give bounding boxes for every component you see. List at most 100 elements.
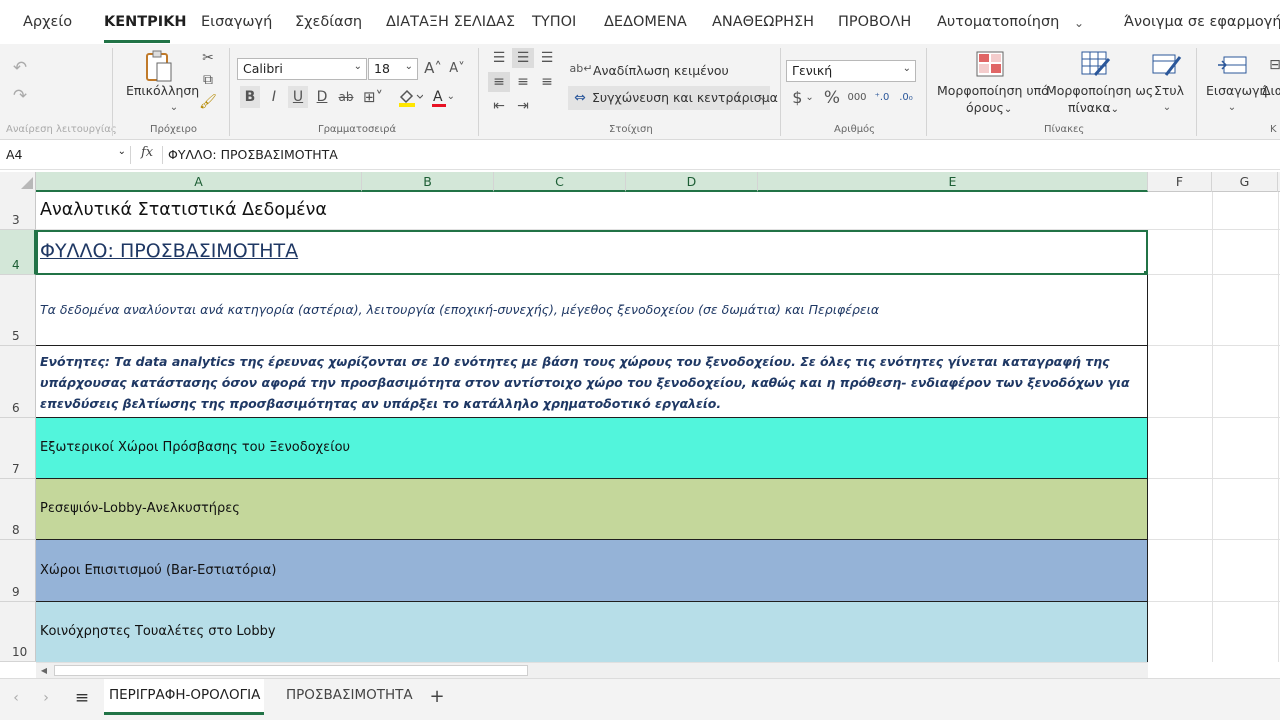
- font-name-select[interactable]: Calibri ⌄: [237, 58, 367, 80]
- sheet-tab-accessibility[interactable]: ΠΡΟΣΒΑΣΙΜΟΤΗΤΑ: [286, 687, 413, 703]
- align-center-icon[interactable]: ≡: [512, 72, 534, 92]
- strikethrough-button[interactable]: ab: [336, 86, 356, 108]
- align-bottom-icon[interactable]: ☰: [536, 48, 558, 68]
- redo-icon[interactable]: ↷: [10, 86, 30, 106]
- sheet-tab-description[interactable]: ΠΕΡΙΓΡΑΦΗ-ΟΡΟΛΟΓΙΑ: [104, 679, 264, 715]
- paste-chevron-icon[interactable]: ⌄: [167, 102, 181, 114]
- delete-cells-button[interactable]: Δια: [1262, 83, 1280, 98]
- row-header-3[interactable]: 3: [0, 192, 36, 230]
- tab-page-layout[interactable]: ΔΙΑΤΑΞΗ ΣΕΛΙΔΑΣ: [386, 14, 515, 30]
- align-top-icon[interactable]: ☰: [488, 48, 510, 68]
- scrollbar-thumb[interactable]: [54, 665, 528, 676]
- increase-indent-icon[interactable]: ⇥: [512, 96, 534, 116]
- cells-group-label: Κ: [1270, 124, 1277, 135]
- underline-button[interactable]: U: [288, 86, 308, 108]
- increase-font-icon[interactable]: A˄: [424, 58, 442, 78]
- merge-center-button[interactable]: ⇔ Συγχώνευση και κεντράρισμα ⌄: [568, 86, 778, 110]
- tab-insert[interactable]: Εισαγωγή: [201, 14, 272, 30]
- double-underline-button[interactable]: D: [312, 86, 332, 108]
- align-middle-icon[interactable]: ☰: [512, 48, 534, 68]
- cell-a4-selected[interactable]: ΦΥΛΛΟ: ΠΡΟΣΒΑΣΙΜΟΤΗΤΑ: [36, 230, 1148, 275]
- column-header-e[interactable]: E: [758, 172, 1148, 192]
- row-header-5[interactable]: 5: [0, 275, 36, 346]
- bold-button[interactable]: B: [240, 86, 260, 108]
- open-in-app-button[interactable]: Άνοιγμα σε εφαρμογή υπ: [1124, 14, 1280, 30]
- increase-decimal-icon[interactable]: ⁺.0: [872, 88, 892, 108]
- fill-color-icon[interactable]: [396, 86, 424, 108]
- format-as-table-button[interactable]: Μορφοποίηση ως: [1046, 83, 1153, 98]
- thousands-separator-button[interactable]: 000: [846, 88, 868, 108]
- formula-input[interactable]: ΦΥΛΛΟ: ΠΡΟΣΒΑΣΙΜΟΤΗΤΑ: [168, 147, 338, 162]
- borders-icon[interactable]: ⊞˅: [360, 86, 386, 108]
- column-header-b[interactable]: B: [362, 172, 494, 192]
- clipboard-group-label: Πρόχειρο: [150, 124, 198, 135]
- column-header-c[interactable]: C: [494, 172, 626, 192]
- number-format-select[interactable]: Γενική ⌄: [786, 60, 916, 82]
- copy-icon[interactable]: ⧉: [200, 72, 216, 88]
- tab-draw[interactable]: Σχεδίαση: [295, 14, 362, 30]
- delete-cells-icon[interactable]: ⊟: [1269, 52, 1280, 78]
- cell-a9[interactable]: Χώροι Επισιτισμού (Bar-Εστιατόρια): [36, 540, 1148, 602]
- undo-icon[interactable]: ↶: [10, 58, 30, 78]
- paste-button[interactable]: Επικόλληση: [126, 83, 199, 98]
- tab-formulas[interactable]: ΤΥΠΟΙ: [532, 14, 576, 30]
- name-box[interactable]: A4 ⌄: [2, 144, 128, 166]
- tab-automate[interactable]: Αυτοματοποίηση: [937, 14, 1059, 30]
- font-color-swatch: [432, 104, 446, 107]
- align-left-icon[interactable]: ≡: [488, 72, 510, 92]
- insert-cells-button[interactable]: Εισαγωγή: [1206, 83, 1267, 98]
- currency-button[interactable]: $ ⌄: [790, 88, 816, 108]
- cell-a5[interactable]: Τα δεδομένα αναλύονται ανά κατηγορία (ασ…: [36, 275, 1148, 346]
- column-header-f[interactable]: F: [1148, 172, 1212, 192]
- decrease-font-icon[interactable]: A˅: [448, 58, 466, 78]
- align-right-icon[interactable]: ≡: [536, 72, 558, 92]
- cut-icon[interactable]: ✂: [200, 50, 216, 66]
- column-header-a[interactable]: A: [36, 172, 362, 192]
- row-header-4[interactable]: 4: [0, 230, 36, 275]
- row-header-6[interactable]: 6: [0, 346, 36, 418]
- tab-data[interactable]: ΔΕΔΟΜΕΝΑ: [604, 14, 687, 30]
- cell-a10[interactable]: Κοινόχρηστες Τουαλέτες στο Lobby: [36, 602, 1148, 662]
- file-tab[interactable]: Αρχείο: [23, 14, 72, 30]
- conditional-formatting-icon[interactable]: [976, 50, 1004, 78]
- wrap-text-icon[interactable]: ab↵: [570, 60, 593, 76]
- add-sheet-icon[interactable]: +: [428, 687, 446, 707]
- chevron-left-icon[interactable]: ‹: [8, 689, 24, 707]
- tab-home[interactable]: ΚΕΝΤΡΙΚΗ: [104, 14, 187, 30]
- cell-styles-icon[interactable]: [1152, 50, 1182, 78]
- paste-icon[interactable]: [142, 48, 176, 84]
- row-header-7[interactable]: 7: [0, 418, 36, 479]
- cell-styles-button[interactable]: Στυλ: [1154, 83, 1184, 98]
- chevron-down-icon[interactable]: ⌄: [1226, 102, 1238, 114]
- decrease-indent-icon[interactable]: ⇤: [488, 96, 510, 116]
- column-header-g[interactable]: G: [1212, 172, 1278, 192]
- insert-cells-icon[interactable]: [1218, 52, 1248, 78]
- scroll-left-icon[interactable]: ◀: [38, 665, 50, 677]
- format-as-table-icon[interactable]: [1081, 50, 1111, 78]
- insert-function-button[interactable]: fx: [141, 145, 153, 160]
- cell-a7[interactable]: Εξωτερικοί Χώροι Πρόσβασης του Ξενοδοχεί…: [36, 418, 1148, 479]
- row-header-10[interactable]: 10: [0, 602, 36, 662]
- chevron-right-icon[interactable]: ›: [38, 689, 54, 707]
- wrap-text-button[interactable]: Αναδίπλωση κειμένου: [593, 63, 729, 78]
- horizontal-scrollbar[interactable]: ◀: [36, 662, 1148, 678]
- chevron-down-icon[interactable]: ⌄: [1161, 102, 1173, 114]
- conditional-formatting-button[interactable]: Μορφοποίηση υπό: [937, 83, 1049, 98]
- tab-view[interactable]: ΠΡΟΒΟΛΗ: [838, 14, 911, 30]
- column-header-d[interactable]: D: [626, 172, 758, 192]
- italic-button[interactable]: I: [264, 86, 284, 108]
- font-color-icon[interactable]: A ⌄: [430, 86, 458, 108]
- font-size-select[interactable]: 18 ⌄: [368, 58, 418, 80]
- format-painter-icon[interactable]: 🖌: [199, 94, 217, 110]
- all-sheets-menu-icon[interactable]: ≡: [72, 688, 92, 708]
- decrease-decimal-icon[interactable]: .0₀: [896, 88, 916, 108]
- row-header-9[interactable]: 9: [0, 540, 36, 602]
- cell-a3[interactable]: Αναλυτικά Στατιστικά Δεδομένα: [36, 192, 1148, 230]
- select-all-button[interactable]: [0, 172, 36, 192]
- percent-button[interactable]: %: [822, 88, 842, 108]
- cell-a8[interactable]: Ρεσεψιόν-Lobby-Ανελκυστήρες: [36, 479, 1148, 540]
- tab-review[interactable]: ΑΝΑΘΕΩΡΗΣΗ: [712, 14, 814, 30]
- cell-a6[interactable]: Ενότητες: Τα data analytics της έρευνας …: [36, 346, 1148, 418]
- row-header-8[interactable]: 8: [0, 479, 36, 540]
- more-tabs-chevron-icon[interactable]: ⌄: [1071, 14, 1087, 32]
